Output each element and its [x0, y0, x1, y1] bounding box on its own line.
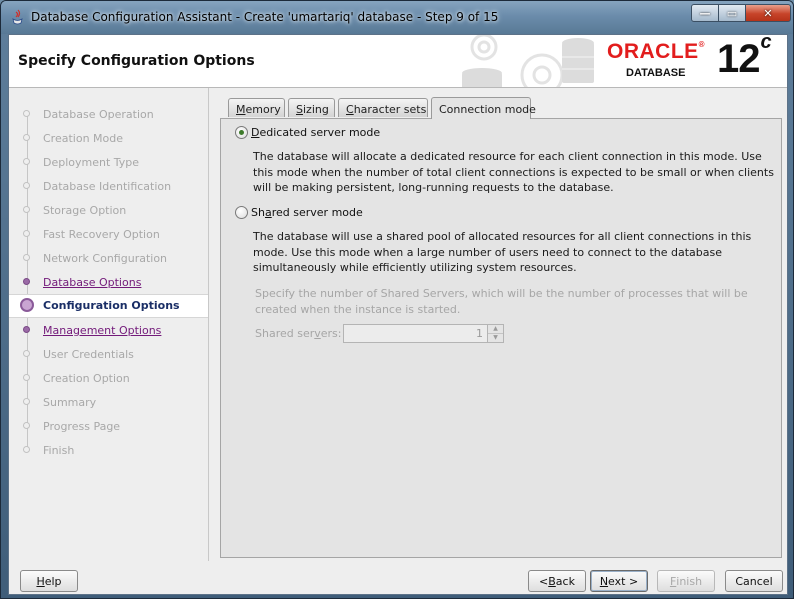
- step-marker-icon: [23, 350, 30, 357]
- step-marker-icon: [23, 374, 30, 381]
- step-marker-icon: [23, 110, 30, 117]
- nav-step-label: Database Options: [43, 276, 142, 289]
- nav-step-label: Database Identification: [43, 180, 172, 193]
- shared-server-description: The database will use a shared pool of a…: [253, 230, 752, 274]
- nav-step-label: Summary: [43, 396, 97, 409]
- step-marker-icon: [23, 446, 30, 453]
- nav-step-label: Finish: [43, 444, 75, 457]
- nav-step-label: Creation Mode: [43, 132, 124, 145]
- page-title: Specify Configuration Options: [18, 53, 255, 69]
- back-button[interactable]: < Back: [528, 570, 586, 592]
- oracle-wordmark: ORACLE®: [607, 40, 706, 63]
- nav-step-user-credentials: User Credentials: [9, 343, 208, 367]
- nav-step-network-configuration: Network Configuration: [9, 247, 208, 271]
- step-navigation: Database Operation Creation Mode Deploymen…: [9, 88, 209, 561]
- nav-step-label: Creation Option: [43, 372, 130, 385]
- minimize-icon: —: [699, 6, 711, 20]
- tab-character-sets[interactable]: Character sets: [338, 98, 428, 117]
- nav-step-label: Configuration Options: [43, 299, 180, 312]
- nav-step-deployment-type: Deployment Type: [9, 151, 208, 175]
- nav-step-summary: Summary: [9, 391, 208, 415]
- step-marker-icon: [23, 422, 30, 429]
- step-marker-icon: [23, 278, 30, 285]
- dialog-client: Specify Configuration Options ORACLE® DA…: [8, 34, 788, 595]
- maximize-button[interactable]: ▭: [718, 4, 746, 22]
- nav-step-database-identification: Database Identification: [9, 175, 208, 199]
- header-banner: Specify Configuration Options ORACLE® DA…: [9, 35, 787, 88]
- nav-step-management-options[interactable]: Management Options: [9, 319, 208, 343]
- spinner-arrows: ▲ ▼: [487, 325, 503, 342]
- connection-mode-panel: Dedicated server mode The database will …: [220, 118, 782, 558]
- minimize-button[interactable]: —: [691, 4, 719, 22]
- shared-server-radio[interactable]: [235, 206, 248, 219]
- oracle-product-label: DATABASE: [626, 67, 686, 79]
- nav-step-creation-option: Creation Option: [9, 367, 208, 391]
- title-bar: Database Configuration Assistant - Creat…: [1, 1, 793, 34]
- shared-servers-spinner[interactable]: 1 ▲ ▼: [343, 324, 504, 343]
- tab-sizing[interactable]: Sizing: [288, 98, 335, 117]
- app-window: Database Configuration Assistant - Creat…: [0, 0, 794, 599]
- nav-step-fast-recovery-option: Fast Recovery Option: [9, 223, 208, 247]
- tab-strip: Memory Sizing Character sets Connection …: [220, 97, 782, 119]
- finish-button[interactable]: Finish: [657, 570, 715, 592]
- close-icon: ✕: [763, 6, 773, 20]
- tab-connection-mode[interactable]: Connection mode: [431, 97, 536, 119]
- nav-step-database-options[interactable]: Database Options: [9, 271, 208, 295]
- nav-step-storage-option: Storage Option: [9, 199, 208, 223]
- shared-server-label[interactable]: Shared server mode: [251, 206, 363, 219]
- shared-servers-value: 1: [476, 327, 483, 340]
- cancel-button[interactable]: Cancel: [725, 570, 783, 592]
- step-marker-icon: [23, 254, 30, 261]
- gears-graphic-icon: [462, 35, 594, 87]
- dedicated-server-description: The database will allocate a dedicated r…: [253, 150, 774, 194]
- nav-step-label: Database Operation: [43, 108, 154, 121]
- shared-servers-note: Specify the number of Shared Servers, wh…: [255, 287, 748, 316]
- step-marker-icon: [23, 206, 30, 213]
- maximize-icon: ▭: [726, 6, 738, 20]
- step-marker-icon: [23, 158, 30, 165]
- nav-step-configuration-options[interactable]: Configuration Options: [9, 294, 208, 318]
- close-button[interactable]: ✕: [745, 4, 791, 22]
- nav-step-label: Fast Recovery Option: [43, 228, 160, 241]
- dedicated-server-radio[interactable]: [235, 126, 248, 139]
- spinner-down-icon[interactable]: ▼: [488, 334, 503, 342]
- help-button[interactable]: Help: [20, 570, 78, 592]
- nav-step-progress-page: Progress Page: [9, 415, 208, 439]
- window-title: Database Configuration Assistant - Creat…: [31, 10, 499, 24]
- step-marker-icon: [20, 298, 34, 312]
- step-marker-icon: [23, 134, 30, 141]
- nav-step-label: Deployment Type: [43, 156, 140, 169]
- shared-servers-label: Shared servers:: [255, 327, 342, 340]
- nav-step-label: Progress Page: [43, 420, 121, 433]
- version-badge: 12c: [717, 35, 772, 81]
- nav-step-label: Management Options: [43, 324, 162, 337]
- nav-step-database-operation: Database Operation: [9, 103, 208, 127]
- step-marker-icon: [23, 326, 30, 333]
- nav-step-label: User Credentials: [43, 348, 134, 361]
- nav-step-finish: Finish: [9, 439, 208, 463]
- step-marker-icon: [23, 398, 30, 405]
- nav-step-creation-mode: Creation Mode: [9, 127, 208, 151]
- dedicated-server-label[interactable]: Dedicated server mode: [251, 126, 380, 139]
- content-area: Memory Sizing Character sets Connection …: [220, 97, 782, 558]
- oracle-logo: ORACLE® DATABASE: [607, 40, 712, 82]
- step-marker-icon: [23, 182, 30, 189]
- tab-memory[interactable]: Memory: [228, 98, 285, 117]
- java-app-icon: [12, 9, 23, 25]
- next-button[interactable]: Next >: [590, 570, 648, 592]
- step-marker-icon: [23, 230, 30, 237]
- spinner-up-icon[interactable]: ▲: [488, 325, 503, 334]
- nav-step-label: Network Configuration: [43, 252, 168, 265]
- nav-step-label: Storage Option: [43, 204, 127, 217]
